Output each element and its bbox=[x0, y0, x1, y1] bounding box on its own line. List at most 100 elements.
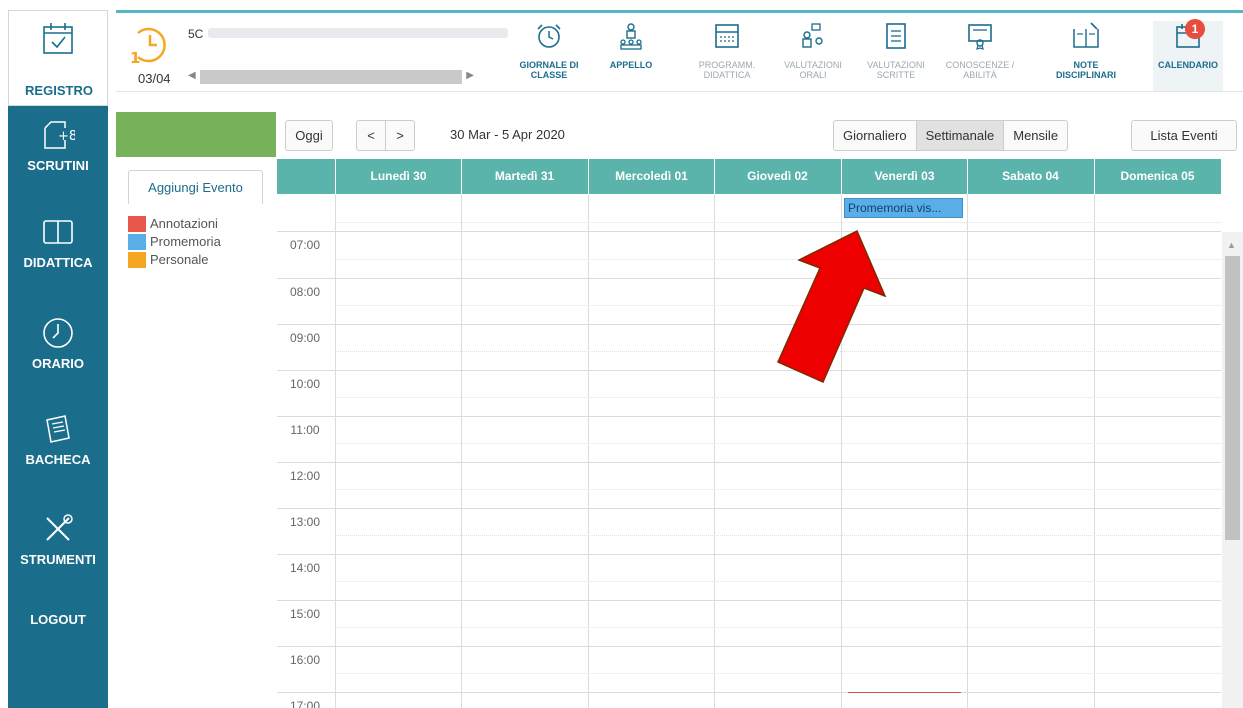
people-icon bbox=[620, 23, 642, 50]
hour-line bbox=[277, 508, 1221, 509]
calendar-header-row: Lunedì 30 Martedì 31 Mercoledì 01 Gioved… bbox=[277, 159, 1221, 194]
notes-icon bbox=[1073, 22, 1099, 48]
planner-icon bbox=[715, 24, 739, 48]
half-hour-line bbox=[335, 673, 1221, 674]
scroll-thumb[interactable] bbox=[200, 70, 462, 84]
legend-item: Annotazioni bbox=[128, 216, 221, 234]
sidebar-item-label: SCRUTINI bbox=[27, 158, 89, 173]
half-hour-line bbox=[335, 443, 1221, 444]
svg-text:+8: +8 bbox=[58, 129, 75, 144]
toolbar-giornale-button[interactable]: GIORNALE DI CLASSE bbox=[514, 21, 584, 91]
half-hour-line bbox=[335, 222, 1221, 223]
book-icon bbox=[43, 220, 73, 244]
view-switcher: Giornaliero Settimanale Mensile bbox=[833, 120, 1069, 151]
toolbar-note-button[interactable]: NOTE DISCIPLINARI bbox=[1051, 21, 1121, 91]
sidebar-item-label: ORARIO bbox=[32, 356, 84, 371]
time-label: 16:00 bbox=[289, 653, 321, 667]
toolbar-calendario-button[interactable]: 1 CALENDARIO bbox=[1153, 19, 1223, 91]
toolbar-label: PROGRAMM. DIDATTICA bbox=[698, 60, 756, 80]
toolbar-valutazioni-orali-button[interactable]: VALUTAZIONI ORALI bbox=[778, 21, 848, 91]
view-settimanale-button[interactable]: Settimanale bbox=[915, 121, 1004, 150]
certificate-icon bbox=[968, 24, 992, 50]
calendar-check-icon bbox=[43, 23, 73, 54]
scroll-right-icon[interactable]: ▶ bbox=[466, 70, 474, 81]
half-hour-line bbox=[335, 351, 1221, 352]
legend-label: Personale bbox=[150, 252, 209, 267]
hour-line bbox=[277, 462, 1221, 463]
time-label: 15:00 bbox=[289, 607, 321, 621]
sidebar-item-bacheca[interactable]: BACHECA bbox=[8, 412, 108, 467]
time-label: 14:00 bbox=[289, 561, 321, 575]
day-header: Sabato 04 bbox=[967, 159, 1093, 194]
hour-line bbox=[277, 370, 1221, 371]
top-toolbar: 1 5C 03/04 ◀ ▶ GIORNALE DI CLASSE APPELL… bbox=[116, 10, 1243, 92]
sidebar-item-didattica[interactable]: DIDATTICA bbox=[8, 215, 108, 270]
prev-week-button[interactable]: < bbox=[356, 120, 386, 151]
view-giornaliero-button[interactable]: Giornaliero bbox=[834, 121, 916, 150]
legend-swatch bbox=[128, 216, 146, 232]
column-divider bbox=[588, 194, 589, 708]
half-hour-line bbox=[335, 489, 1221, 490]
toolbar-conoscenze-button[interactable]: CONOSCENZE / ABILITÀ bbox=[945, 21, 1015, 91]
next-week-button[interactable]: > bbox=[385, 120, 415, 151]
half-hour-line bbox=[335, 535, 1221, 536]
toolbar-valutazioni-scritte-button[interactable]: VALUTAZIONI SCRITTE bbox=[861, 21, 931, 91]
sidebar-item-strumenti[interactable]: STRUMENTI bbox=[8, 512, 108, 567]
sidebar-item-scrutini[interactable]: +8 SCRUTINI bbox=[8, 118, 108, 173]
toolbar-label: CONOSCENZE / ABILITÀ bbox=[945, 60, 1015, 80]
column-divider bbox=[335, 194, 336, 708]
today-button[interactable]: Oggi bbox=[285, 120, 333, 151]
time-label: 17:00 bbox=[289, 699, 321, 708]
sidebar-item-registro[interactable]: REGISTRO bbox=[8, 10, 108, 106]
hour-line bbox=[277, 278, 1221, 279]
sidebar: REGISTRO +8 SCRUTINI DIDATTICA ORARIO BA… bbox=[8, 10, 108, 708]
column-divider bbox=[967, 194, 968, 708]
day-header: Mercoledì 01 bbox=[588, 159, 714, 194]
time-label: 09:00 bbox=[289, 331, 321, 345]
hour-line bbox=[277, 416, 1221, 417]
list-events-button[interactable]: Lista Eventi bbox=[1131, 120, 1237, 151]
notice-board-icon bbox=[46, 415, 70, 443]
legend-swatch bbox=[128, 252, 146, 268]
toolbar-label: NOTE DISCIPLINARI bbox=[1055, 60, 1116, 80]
hour-line bbox=[277, 554, 1221, 555]
calendar-event-promemoria[interactable]: Promemoria vis... bbox=[844, 198, 963, 218]
sidebar-item-logout[interactable]: LOGOUT bbox=[8, 606, 108, 627]
weekly-calendar: Lunedì 30 Martedì 31 Mercoledì 01 Gioved… bbox=[277, 159, 1221, 708]
time-label: 07:00 bbox=[289, 238, 321, 252]
day-header: Giovedì 02 bbox=[714, 159, 840, 194]
column-divider bbox=[461, 194, 462, 708]
calendar-scrollbar[interactable]: ▲ bbox=[1222, 232, 1243, 708]
class-name-redacted bbox=[208, 28, 508, 38]
scroll-up-icon[interactable]: ▲ bbox=[1227, 240, 1236, 250]
clock-icon bbox=[43, 318, 73, 348]
scroll-left-icon[interactable]: ◀ bbox=[188, 70, 196, 81]
class-scrollbar[interactable]: ◀ ▶ bbox=[186, 69, 476, 85]
current-time-line bbox=[848, 692, 961, 693]
sidebar-item-label: DIDATTICA bbox=[23, 255, 93, 270]
day-header: Lunedì 30 bbox=[335, 159, 461, 194]
day-header: Domenica 05 bbox=[1094, 159, 1220, 194]
scroll-thumb[interactable] bbox=[1225, 256, 1240, 540]
tools-icon bbox=[46, 514, 73, 541]
add-event-tab[interactable]: Aggiungi Evento bbox=[128, 170, 263, 204]
calendar-body[interactable]: 07:00 08:00 09:00 10:00 11:00 12:00 13:0… bbox=[277, 194, 1221, 708]
half-hour-line bbox=[335, 627, 1221, 628]
date-range-label: 30 Mar - 5 Apr 2020 bbox=[450, 127, 565, 142]
half-hour-line bbox=[335, 305, 1221, 306]
toolbar-appello-button[interactable]: APPELLO bbox=[596, 21, 666, 91]
notification-badge: 1 bbox=[1185, 19, 1205, 39]
legend-item: Promemoria bbox=[128, 234, 221, 252]
app-window: REGISTRO +8 SCRUTINI DIDATTICA ORARIO BA… bbox=[0, 0, 1243, 708]
hour-line bbox=[277, 600, 1221, 601]
toolbar-programm-button[interactable]: PROGRAMM. DIDATTICA bbox=[692, 21, 762, 91]
time-label: 12:00 bbox=[289, 469, 321, 483]
day-header: Venerdì 03 bbox=[841, 159, 967, 194]
event-legend: Annotazioni Promemoria Personale bbox=[128, 216, 221, 270]
speaking-people-icon bbox=[802, 23, 823, 48]
time-label: 13:00 bbox=[289, 515, 321, 529]
sidebar-item-orario[interactable]: ORARIO bbox=[8, 316, 108, 371]
toolbar-label: GIORNALE DI CLASSE bbox=[519, 60, 579, 80]
legend-label: Promemoria bbox=[150, 234, 221, 249]
view-mensile-button[interactable]: Mensile bbox=[1003, 121, 1067, 150]
